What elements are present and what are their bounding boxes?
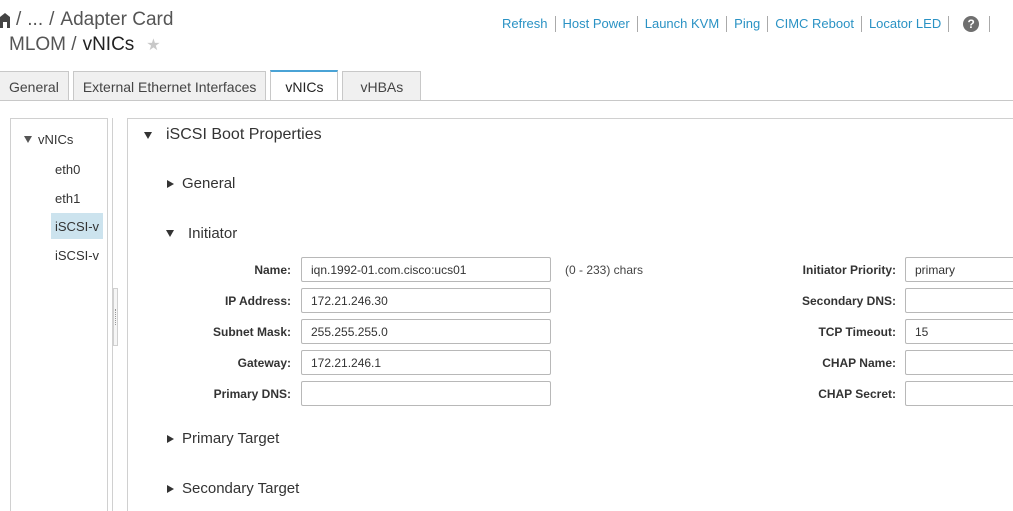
breadcrumb-separator: /	[49, 9, 55, 30]
name-label: Name:	[254, 263, 291, 277]
expand-arrow-icon[interactable]	[167, 484, 174, 493]
iscsi-boot-properties-panel: iSCSI Boot Properties General Initiator …	[127, 118, 1013, 511]
favorite-star-icon[interactable]: ★	[146, 35, 160, 55]
tree-root-vnics[interactable]: vNICs	[24, 132, 73, 147]
breadcrumb-ellipsis[interactable]: ...	[27, 9, 43, 31]
tab-general[interactable]: General	[0, 71, 69, 101]
initiator-name-field[interactable]: iqn.1992-01.com.cisco:ucs01	[301, 257, 551, 282]
subnet-mask-field[interactable]: 255.255.255.0	[301, 319, 551, 344]
ip-address-field[interactable]: 172.21.246.30	[301, 288, 551, 313]
secondary-dns-label: Secondary DNS:	[801, 294, 896, 308]
vnic-tree: vNICs eth0 eth1 iSCSI-v iSCSI-v	[10, 118, 108, 511]
chap-secret-field[interactable]	[905, 381, 1013, 406]
launch-kvm-link[interactable]: Launch KVM	[638, 16, 728, 32]
ip-address-label: IP Address:	[224, 294, 291, 308]
chap-name-label: CHAP Name:	[822, 356, 896, 370]
expand-arrow-icon[interactable]	[24, 136, 32, 143]
iscsi-boot-properties-title: iSCSI Boot Properties	[166, 126, 322, 143]
expand-arrow-icon[interactable]	[167, 434, 174, 443]
section-primary-target[interactable]: Primary Target	[167, 430, 279, 447]
tree-item-eth0[interactable]: eth0	[51, 156, 103, 182]
locator-led-link[interactable]: Locator LED	[862, 16, 950, 32]
section-primary-target-label: Primary Target	[182, 430, 280, 447]
page-title-prefix: MLOM /	[9, 34, 77, 55]
secondary-dns-field[interactable]	[905, 288, 1013, 313]
header-actions: Refresh Host Power Launch KVM Ping CIMC …	[495, 16, 991, 32]
tab-vhbas[interactable]: vHBAs	[342, 71, 422, 101]
cimc-reboot-link[interactable]: CIMC Reboot	[768, 16, 862, 32]
ping-link[interactable]: Ping	[727, 16, 769, 32]
tcp-timeout-field[interactable]: 15	[905, 319, 1013, 344]
tcp-timeout-label: TCP Timeout:	[818, 325, 896, 339]
tab-underline	[0, 100, 1013, 101]
section-secondary-target-label: Secondary Target	[182, 480, 300, 497]
gateway-field[interactable]: 172.21.246.1	[301, 350, 551, 375]
tree-root-label: vNICs	[38, 132, 74, 147]
help-icon[interactable]: ?	[963, 16, 980, 32]
divider	[989, 16, 991, 32]
breadcrumb-separator: /	[16, 9, 22, 30]
section-general[interactable]: General	[167, 175, 235, 192]
section-secondary-target[interactable]: Secondary Target	[167, 480, 299, 497]
collapse-arrow-icon[interactable]	[144, 131, 152, 139]
refresh-link[interactable]: Refresh	[495, 16, 556, 32]
gateway-label: Gateway:	[237, 356, 291, 370]
pane-splitter[interactable]	[112, 118, 118, 511]
tree-item-eth1[interactable]: eth1	[51, 185, 103, 211]
iscsi-boot-properties-header[interactable]: iSCSI Boot Properties	[144, 126, 322, 144]
primary-dns-label: Primary DNS:	[213, 387, 291, 401]
breadcrumb-current: Adapter Card	[60, 9, 174, 30]
tab-external-ethernet-interfaces[interactable]: External Ethernet Interfaces	[72, 71, 267, 101]
host-power-link[interactable]: Host Power	[556, 16, 638, 32]
splitter-grip[interactable]	[113, 288, 118, 346]
subnet-mask-label: Subnet Mask:	[212, 325, 291, 339]
page-title-main: vNICs	[82, 34, 135, 55]
initiator-priority-label: Initiator Priority:	[802, 263, 896, 277]
grip-dots-icon	[115, 309, 116, 325]
tree-item-iscsi-2[interactable]: iSCSI-v	[51, 242, 103, 268]
breadcrumb: / ... / Adapter Card	[0, 9, 173, 31]
section-initiator[interactable]: Initiator	[166, 225, 237, 242]
name-length-hint: (0 - 233) chars	[565, 263, 644, 277]
chap-name-field[interactable]	[905, 350, 1013, 375]
initiator-priority-field[interactable]: primary	[905, 257, 1013, 282]
page-title: MLOM / vNICs ★	[9, 34, 161, 56]
tab-vnics[interactable]: vNICs	[270, 70, 339, 101]
collapse-arrow-icon[interactable]	[166, 230, 174, 237]
home-icon[interactable]	[0, 11, 10, 29]
section-general-label: General	[182, 175, 236, 192]
tab-bar: General External Ethernet Interfaces vNI…	[0, 70, 425, 101]
expand-arrow-icon[interactable]	[167, 179, 174, 188]
primary-dns-field[interactable]	[301, 381, 551, 406]
chap-secret-label: CHAP Secret:	[818, 387, 896, 401]
tree-item-iscsi-1[interactable]: iSCSI-v	[51, 213, 103, 239]
section-initiator-label: Initiator	[188, 225, 238, 242]
